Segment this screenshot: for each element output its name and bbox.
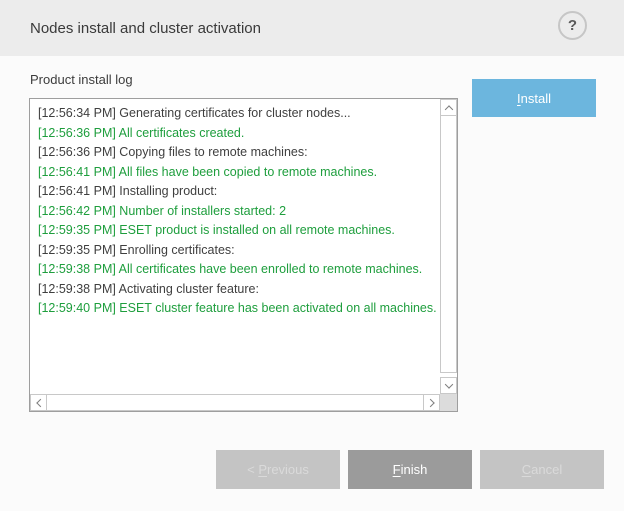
horizontal-scrollbar[interactable] xyxy=(30,394,440,411)
chevron-right-icon xyxy=(426,398,434,406)
log-line: [12:59:40 PM] ESET cluster feature has b… xyxy=(38,299,439,319)
log-line: [12:56:41 PM] Installing product: xyxy=(38,182,439,202)
dialog-header: Nodes install and cluster activation ? xyxy=(0,0,624,56)
scroll-left-button[interactable] xyxy=(30,394,47,411)
previous-button[interactable]: < Previous xyxy=(216,450,340,489)
log-line: [12:59:38 PM] All certificates have been… xyxy=(38,260,439,280)
page-title: Nodes install and cluster activation xyxy=(30,0,261,56)
install-button[interactable]: Install xyxy=(472,79,596,117)
vertical-scrollbar-thumb[interactable] xyxy=(440,115,457,373)
chevron-left-icon xyxy=(36,398,44,406)
question-mark-icon: ? xyxy=(568,17,577,34)
vertical-scrollbar[interactable] xyxy=(440,99,457,394)
log-lines: [12:56:34 PM] Generating certificates fo… xyxy=(30,99,440,394)
scroll-right-button[interactable] xyxy=(423,394,440,411)
log-line: [12:56:36 PM] Copying files to remote ma… xyxy=(38,143,439,163)
log-box: [12:56:34 PM] Generating certificates fo… xyxy=(29,98,458,412)
finish-button[interactable]: Finish xyxy=(348,450,472,489)
chevron-up-icon xyxy=(444,105,452,113)
chevron-down-icon xyxy=(444,380,452,388)
log-line: [12:56:36 PM] All certificates created. xyxy=(38,124,439,144)
log-line: [12:56:42 PM] Number of installers start… xyxy=(38,202,439,222)
log-line: [12:59:35 PM] ESET product is installed … xyxy=(38,221,439,241)
log-line: [12:59:38 PM] Activating cluster feature… xyxy=(38,280,439,300)
cancel-button[interactable]: Cancel xyxy=(480,450,604,489)
log-line: [12:59:35 PM] Enrolling certificates: xyxy=(38,241,439,261)
log-line: [12:56:41 PM] All files have been copied… xyxy=(38,163,439,183)
log-label: Product install log xyxy=(30,72,133,87)
scrollbar-corner xyxy=(440,394,457,411)
scroll-up-button[interactable] xyxy=(440,99,457,116)
help-button[interactable]: ? xyxy=(558,11,587,40)
horizontal-scrollbar-thumb[interactable] xyxy=(47,394,423,411)
wizard-dialog: Nodes install and cluster activation ? P… xyxy=(0,0,624,511)
log-line: [12:56:34 PM] Generating certificates fo… xyxy=(38,104,439,124)
scroll-down-button[interactable] xyxy=(440,377,457,394)
